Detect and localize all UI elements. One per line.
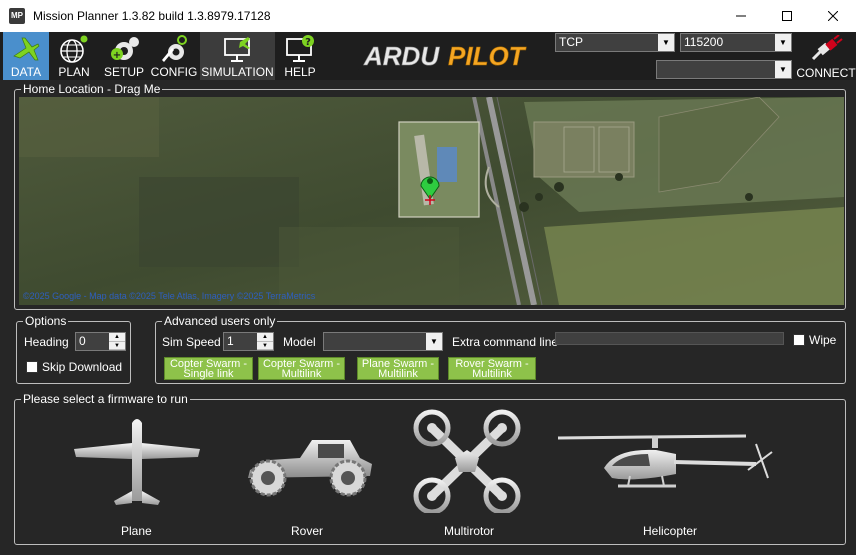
button-line2: Multilink [378,368,418,380]
plug-icon [811,35,843,61]
sim-speed-label: Sim Speed [162,335,221,349]
map-copyright: ©2025 Google - Map data ©2025 Tele Atlas… [23,291,316,301]
svg-text:ARDU: ARDU [363,41,440,71]
tab-help[interactable]: ? HELP [278,32,322,80]
skip-download-label: Skip Download [42,360,123,374]
extra-cmd-label: Extra command line [452,335,559,349]
heading-stepper[interactable]: 0 ▲ ▼ [75,332,126,351]
options-group: Options [16,314,131,384]
firmware-title: Please select a firmware to run [21,392,190,406]
spin-up-icon[interactable]: ▲ [257,333,273,342]
home-location-title: Home Location - Drag Me [21,82,163,96]
wipe-label: Wipe [809,333,837,347]
tab-simulation-label: SIMULATION [201,65,274,79]
svg-text:+: + [113,50,121,61]
button-line2: Multilink [472,368,512,380]
globe-icon [60,35,88,63]
firmware-rover-label: Rover [291,524,324,538]
firmware-plane[interactable] [72,415,202,540]
firmware-multirotor-label: Multirotor [444,524,495,538]
rover-icon [248,440,372,497]
connect-label: CONNECT [796,66,856,80]
close-icon [828,11,838,21]
baud-select[interactable]: 115200 ▼ [680,33,792,52]
monitor-question-icon: ? [286,35,314,62]
title-bar: MP Mission Planner 1.3.82 build 1.3.8979… [0,0,856,32]
ardupilot-logo: ARDU PILOT [358,40,546,71]
heading-value: 0 [79,334,86,348]
minimize-icon [736,15,746,17]
tab-simulation[interactable]: SIMULATION [200,32,275,80]
airplane-icon [13,37,40,61]
maximize-button[interactable] [764,0,810,32]
advanced-title: Advanced users only [162,314,278,328]
spin-up-icon[interactable]: ▲ [109,333,125,342]
maximize-icon [782,11,792,21]
sim-speed-value: 1 [227,334,234,348]
model-select[interactable]: ▼ [323,332,443,351]
minimize-button[interactable] [718,0,764,32]
port-select-value: TCP [559,35,583,49]
chevron-down-icon: ▼ [426,333,442,350]
copter-swarm-multi-button[interactable]: Copter Swarm - Multilink [258,357,345,380]
port-select[interactable]: TCP ▼ [555,33,675,52]
sim-speed-stepper[interactable]: 1 ▲ ▼ [223,332,274,351]
model-label: Model [283,335,316,349]
extra-cmd-input[interactable] [555,332,784,345]
copter-swarm-single-button[interactable]: Copter Swarm - Single link [164,357,253,380]
svg-text:?: ? [305,37,311,48]
skip-download-checkbox[interactable] [26,361,38,373]
spin-down-icon[interactable]: ▼ [257,342,273,350]
chevron-down-icon: ▼ [775,61,791,78]
tab-config[interactable]: CONFIG [150,32,198,80]
helicopter-icon [557,434,773,488]
satellite-map [19,97,844,305]
tab-plan[interactable]: PLAN [52,32,96,80]
monitor-plane-icon [223,37,250,62]
spin-down-icon[interactable]: ▼ [109,342,125,350]
home-location-map[interactable]: ©2025 Google - Map data ©2025 Tele Atlas… [19,97,844,305]
connect-button[interactable]: CONNECT [796,35,856,80]
link-select[interactable]: ▼ [656,60,792,79]
firmware-multirotor[interactable] [412,408,522,540]
gears-plus-icon: + [111,37,139,61]
tab-setup[interactable]: + SETUP [101,32,147,80]
close-button[interactable] [810,0,856,32]
tab-data[interactable]: DATA [3,32,49,80]
wipe-checkbox[interactable] [793,334,805,346]
firmware-helicopter-label: Helicopter [643,524,698,538]
wrench-gear-icon [162,35,187,62]
tab-setup-label: SETUP [103,65,144,79]
chevron-down-icon: ▼ [658,34,674,51]
spin-buttons[interactable]: ▲ ▼ [109,333,125,350]
spin-buttons[interactable]: ▲ ▼ [257,333,273,350]
plane-icon [74,419,200,505]
baud-select-value: 115200 [684,35,724,49]
svg-text:PILOT: PILOT [448,41,527,71]
plane-swarm-multi-button[interactable]: Plane Swarm - Multilink [357,357,439,380]
tab-config-label: CONFIG [150,65,198,79]
options-title: Options [23,314,69,328]
button-line2: Multilink [281,368,322,380]
heading-label: Heading [24,335,69,349]
window-title: Mission Planner 1.3.82 build 1.3.8979.17… [33,9,271,23]
multirotor-icon [413,409,521,513]
app-icon: MP [9,8,25,24]
chevron-down-icon: ▼ [775,34,791,51]
rover-swarm-multi-button[interactable]: Rover Swarm - Multilink [448,357,536,380]
tab-data-label: DATA [10,65,42,79]
tab-help-label: HELP [284,65,316,79]
tab-plan-label: PLAN [58,65,90,79]
button-line2: Single link [183,368,234,380]
firmware-plane-label: Plane [121,524,152,538]
